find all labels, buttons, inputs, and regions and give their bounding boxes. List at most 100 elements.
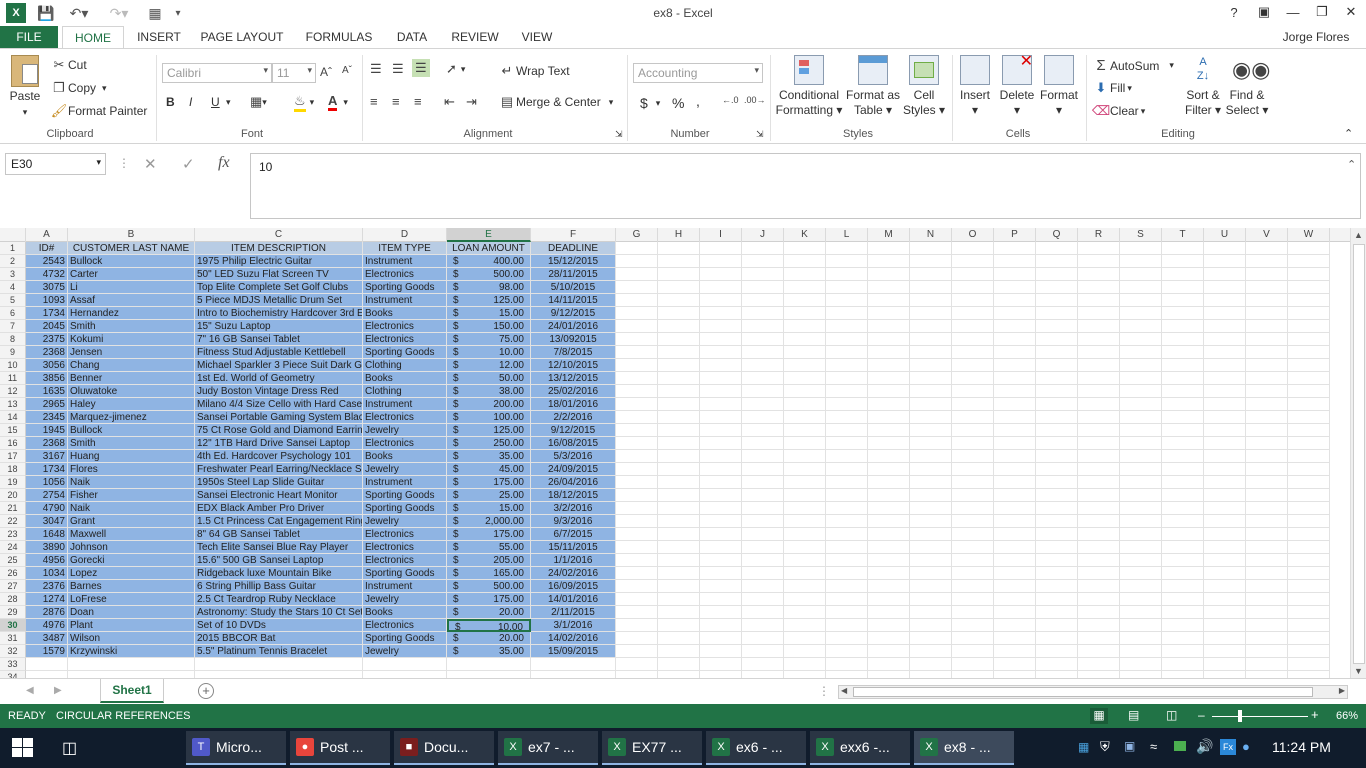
row-header[interactable]: 20 (0, 489, 26, 502)
empty-cell[interactable] (910, 528, 952, 541)
empty-cell[interactable] (1288, 463, 1330, 476)
row-header[interactable]: 4 (0, 281, 26, 294)
empty-cell[interactable] (1036, 333, 1078, 346)
empty-cell[interactable] (1078, 515, 1120, 528)
data-cell[interactable]: $125.00 (447, 424, 531, 437)
empty-cell[interactable] (742, 476, 784, 489)
empty-cell[interactable] (1036, 645, 1078, 658)
empty-cell[interactable] (1078, 411, 1120, 424)
data-cell[interactable]: Fitness Stud Adjustable Kettlebell (195, 346, 363, 359)
data-cell[interactable]: LoFrese (68, 593, 195, 606)
empty-cell[interactable] (1036, 502, 1078, 515)
empty-cell[interactable] (784, 528, 826, 541)
taskbar-app[interactable]: Xex6 - ... (706, 731, 806, 765)
row-header[interactable]: 29 (0, 606, 26, 619)
empty-cell[interactable] (952, 541, 994, 554)
data-cell[interactable]: 13/12/2015 (531, 372, 616, 385)
data-cell[interactable]: 2/11/2015 (531, 606, 616, 619)
data-cell[interactable]: Li (68, 281, 195, 294)
data-cell[interactable]: Sporting Goods (363, 632, 447, 645)
data-cell[interactable]: 18/12/2015 (531, 489, 616, 502)
empty-cell[interactable] (1162, 502, 1204, 515)
data-cell[interactable]: Naik (68, 476, 195, 489)
data-cell[interactable]: 3167 (26, 450, 68, 463)
empty-cell[interactable] (784, 372, 826, 385)
data-cell[interactable]: $175.00 (447, 593, 531, 606)
data-cell[interactable]: 4976 (26, 619, 68, 632)
empty-cell[interactable] (1246, 593, 1288, 606)
empty-cell[interactable] (994, 476, 1036, 489)
data-cell[interactable]: 9/12/2015 (531, 307, 616, 320)
empty-cell[interactable] (700, 632, 742, 645)
empty-cell[interactable] (1204, 294, 1246, 307)
data-cell[interactable]: $55.00 (447, 541, 531, 554)
empty-cell[interactable] (1204, 398, 1246, 411)
row-header[interactable]: 3 (0, 268, 26, 281)
align-right-button[interactable]: ≡ (414, 94, 422, 109)
empty-cell[interactable] (195, 671, 363, 678)
row-header[interactable]: 31 (0, 632, 26, 645)
data-cell[interactable]: Wilson (68, 632, 195, 645)
vertical-scroll-thumb[interactable] (1353, 244, 1365, 664)
empty-cell[interactable] (952, 333, 994, 346)
page-layout-view-icon[interactable]: ▤ (1128, 708, 1139, 722)
empty-cell[interactable] (1288, 580, 1330, 593)
empty-cell[interactable] (784, 346, 826, 359)
data-cell[interactable]: 16/08/2015 (531, 437, 616, 450)
data-cell[interactable]: Jewelry (363, 515, 447, 528)
empty-cell[interactable] (1036, 515, 1078, 528)
zoom-slider[interactable] (1212, 716, 1308, 717)
data-cell[interactable]: 3/2/2016 (531, 502, 616, 515)
column-header-b[interactable]: B (68, 228, 195, 242)
empty-cell[interactable] (1246, 528, 1288, 541)
data-cell[interactable]: Instrument (363, 580, 447, 593)
empty-cell[interactable] (658, 580, 700, 593)
empty-cell[interactable] (1036, 619, 1078, 632)
empty-cell[interactable] (658, 619, 700, 632)
empty-cell[interactable] (910, 346, 952, 359)
empty-cell[interactable] (1204, 242, 1246, 255)
empty-cell[interactable] (616, 554, 658, 567)
empty-cell[interactable] (1246, 242, 1288, 255)
empty-cell[interactable] (1246, 632, 1288, 645)
empty-cell[interactable] (868, 593, 910, 606)
empty-cell[interactable] (700, 255, 742, 268)
tab-home[interactable]: HOME (62, 26, 124, 48)
empty-cell[interactable] (868, 645, 910, 658)
empty-cell[interactable] (1246, 567, 1288, 580)
empty-cell[interactable] (1204, 554, 1246, 567)
column-header-t[interactable]: T (1162, 228, 1204, 242)
empty-cell[interactable] (910, 294, 952, 307)
empty-cell[interactable] (742, 541, 784, 554)
underline-dropdown-icon[interactable]: ▾ (226, 97, 231, 108)
data-cell[interactable]: Clothing (363, 359, 447, 372)
orientation-button[interactable]: ➚ ▾ (446, 61, 465, 77)
empty-cell[interactable] (952, 606, 994, 619)
data-cell[interactable]: Smith (68, 320, 195, 333)
empty-cell[interactable] (1246, 515, 1288, 528)
empty-cell[interactable] (742, 515, 784, 528)
empty-cell[interactable] (826, 268, 868, 281)
empty-cell[interactable] (742, 255, 784, 268)
data-cell[interactable]: 3075 (26, 281, 68, 294)
empty-cell[interactable] (784, 398, 826, 411)
empty-cell[interactable] (1204, 528, 1246, 541)
empty-cell[interactable] (1078, 567, 1120, 580)
top-align-button[interactable]: ☰ (370, 61, 382, 77)
data-cell[interactable]: 2965 (26, 398, 68, 411)
data-cell[interactable]: Intro to Biochemistry Hardcover 3rd Ed. (195, 307, 363, 320)
empty-cell[interactable] (952, 320, 994, 333)
empty-cell[interactable] (700, 307, 742, 320)
empty-cell[interactable] (1162, 541, 1204, 554)
empty-cell[interactable] (1162, 281, 1204, 294)
empty-cell[interactable] (1288, 424, 1330, 437)
empty-cell[interactable] (994, 281, 1036, 294)
empty-cell[interactable] (658, 541, 700, 554)
empty-cell[interactable] (1246, 489, 1288, 502)
data-cell[interactable]: 1945 (26, 424, 68, 437)
empty-cell[interactable] (1036, 281, 1078, 294)
empty-cell[interactable] (826, 489, 868, 502)
empty-cell[interactable] (994, 294, 1036, 307)
empty-cell[interactable] (616, 450, 658, 463)
empty-cell[interactable] (1288, 333, 1330, 346)
